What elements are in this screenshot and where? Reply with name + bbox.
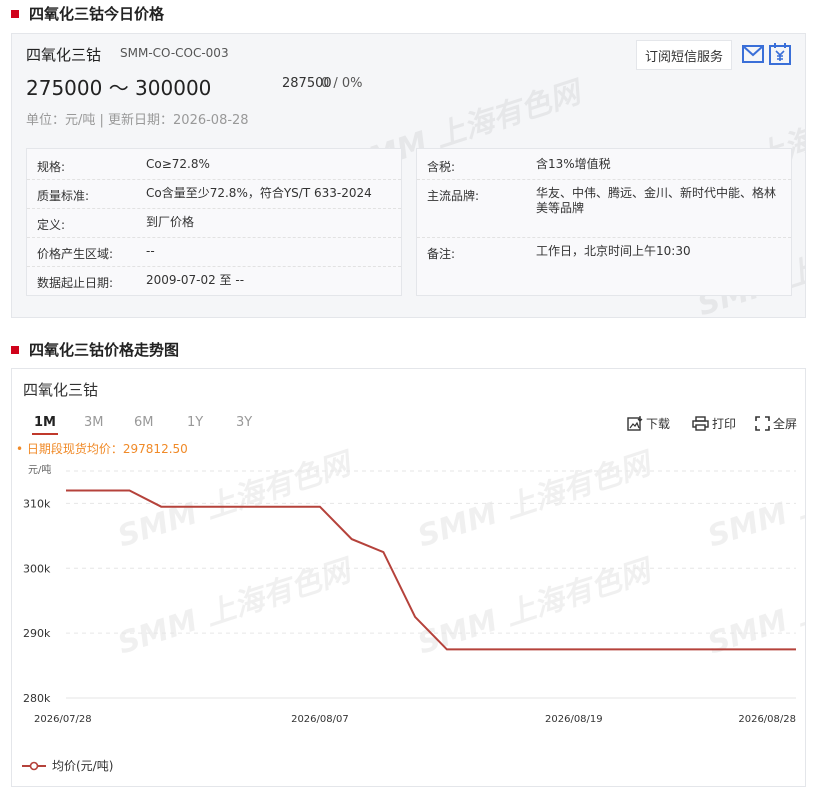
watermark: SMM 上海有色网 [704, 445, 806, 554]
info-row: 含税: 含13%增值税 [417, 151, 791, 180]
price-range: 275000 ～ 300000 [26, 76, 212, 100]
info-key: 质量标准: [37, 189, 90, 203]
info-value: 含13%增值税 [536, 157, 611, 171]
info-key: 定义: [37, 218, 66, 232]
x-tick-label: 2026/08/07 [291, 714, 349, 725]
section-title-text: 四氧化三钴价格走势图 [29, 341, 180, 359]
y-tick-label: 290k [23, 627, 51, 640]
unit-and-update-date: 单位：元/吨 | 更新日期：2026-08-28 [26, 113, 249, 128]
yuan-calendar-icon[interactable] [768, 42, 792, 66]
info-value: Co含量至少72.8%，符合YS/T 633-2024 [146, 186, 372, 200]
info-key: 数据起止日期: [37, 276, 114, 290]
info-row: 备注: 工作日，北京时间上午10:30 [417, 238, 791, 297]
today-price-section-title: 四氧化三钴今日价格 [11, 3, 164, 24]
info-value: 华友、中伟、腾远、金川、新时代中能、格林美等品牌 [536, 186, 777, 215]
y-tick-label: 310k [23, 497, 51, 510]
info-value: 工作日，北京时间上午10:30 [536, 244, 691, 258]
price-trend-chart-panel: 四氧化三钴 1M 3M 6M 1Y 3Y 下载 打印 全屏 • 日期段现货均价：… [11, 368, 806, 787]
y-tick-label: 300k [23, 562, 51, 575]
info-value: 到厂价格 [146, 215, 195, 229]
section-marker [11, 9, 19, 18]
info-value: Co≥72.8% [146, 157, 210, 171]
info-key: 规格: [37, 160, 66, 174]
info-key: 价格产生区域: [37, 247, 114, 261]
legend-line-marker-icon [22, 761, 46, 770]
legend-label: 均价(元/吨) [52, 759, 114, 773]
info-value: -- [146, 244, 155, 258]
info-row: 主流品牌: 华友、中伟、腾远、金川、新时代中能、格林美等品牌 [417, 180, 791, 238]
info-row: 定义: 到厂价格 [27, 209, 401, 238]
price-change: 0 / 0% [321, 76, 363, 91]
x-tick-label: 2026/08/19 [545, 714, 603, 725]
mail-icon[interactable] [741, 42, 765, 66]
spec-info-right: 含税: 含13%增值税主流品牌: 华友、中伟、腾远、金川、新时代中能、格林美等品牌备… [416, 148, 792, 296]
info-row: 数据起止日期: 2009-07-02 至 -- [27, 267, 401, 297]
watermark: SMM 上海有色网 [114, 445, 359, 554]
chart-legend[interactable]: 均价(元/吨) [22, 757, 113, 774]
product-code: SMM-CO-COC-003 [120, 46, 229, 60]
subscribe-sms-button[interactable]: 订阅短信服务 [636, 40, 732, 70]
x-tick-label: 2026/07/28 [34, 714, 92, 725]
info-key: 备注: [427, 247, 456, 261]
y-tick-label: 280k [23, 692, 51, 705]
info-row: 价格产生区域: -- [27, 238, 401, 267]
info-key: 主流品牌: [427, 189, 480, 203]
info-key: 含税: [427, 160, 456, 174]
info-row: 质量标准: Co含量至少72.8%，符合YS/T 633-2024 [27, 180, 401, 209]
info-value: 2009-07-02 至 -- [146, 273, 245, 287]
y-axis-label: 元/吨 [28, 463, 51, 476]
section-title-text: 四氧化三钴今日价格 [29, 5, 165, 23]
info-row: 规格: Co≥72.8% [27, 151, 401, 180]
spec-info-left: 规格: Co≥72.8% 质量标准: Co含量至少72.8%，符合YS/T 633-2… [26, 148, 402, 296]
price-line-chart: SMM 上海有色网 SMM 上海有色网 SMM 上海有色网SMM 上海有色网 SMM … [23, 445, 806, 725]
product-price-card: SMM 上海有色网 SMM 上海有色网 SMM 上海有色网 四氧化三钴 SMM-… [11, 33, 806, 318]
watermark: SMM 上海有色网 [414, 445, 659, 554]
section-marker [11, 345, 19, 354]
price-trend-section-title: 四氧化三钴价格走势图 [11, 339, 179, 360]
x-tick-label: 2026/08/28 [738, 714, 796, 725]
product-name: 四氧化三钴 [26, 46, 102, 64]
